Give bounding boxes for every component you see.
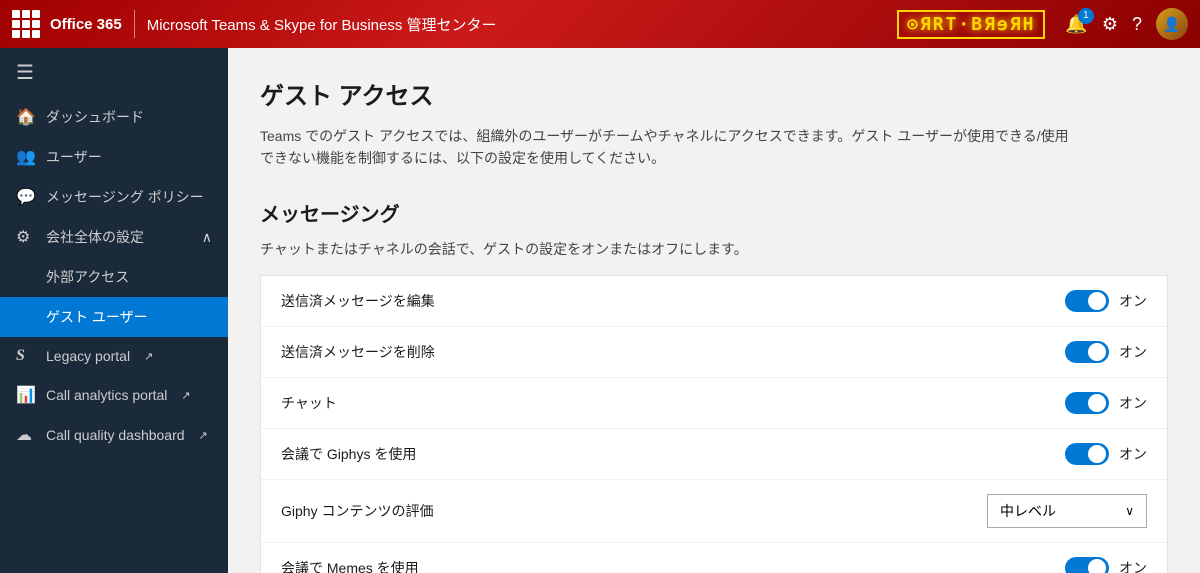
sidebar-item-label: ダッシュボード bbox=[46, 107, 144, 127]
external-link-icon: ↗ bbox=[181, 389, 190, 402]
chevron-up-icon: ∧ bbox=[202, 229, 212, 246]
notification-badge: 1 bbox=[1078, 8, 1094, 24]
sidebar-item-external-access[interactable]: 外部アクセス bbox=[0, 257, 228, 297]
sidebar-item-org-settings[interactable]: ⚙ 会社全体の設定 ∧ bbox=[0, 217, 228, 257]
toggle-wrapper-memes: オン bbox=[1065, 557, 1147, 573]
sidebar-item-call-analytics[interactable]: 📊 Call analytics portal ↗ bbox=[0, 375, 228, 415]
toggle-label-delete-sent: オン bbox=[1119, 342, 1147, 362]
waffle-menu[interactable] bbox=[12, 10, 40, 38]
toggle-wrapper-chat: オン bbox=[1065, 392, 1147, 414]
toggle-memes[interactable] bbox=[1065, 557, 1109, 573]
sidebar-item-users[interactable]: 👥 ユーザー bbox=[0, 137, 228, 177]
section-subtitle: チャットまたはチャネルの会話で、ゲストの設定をオンまたはオフにします。 bbox=[260, 239, 1168, 259]
cloud-icon: ☁ bbox=[16, 425, 36, 445]
toggle-wrapper-delete-sent: オン bbox=[1065, 341, 1147, 363]
sidebar-item-label: Call quality dashboard bbox=[46, 427, 185, 443]
sidebar-toggle[interactable]: ☰ bbox=[0, 48, 228, 97]
toggle-label-memes: オン bbox=[1119, 558, 1147, 573]
settings-icon[interactable]: ⚙ bbox=[1102, 14, 1118, 35]
chart-icon: 📊 bbox=[16, 385, 36, 405]
user-avatar[interactable]: 👤 bbox=[1156, 8, 1188, 40]
sidebar-sub-item-label: ゲスト ユーザー bbox=[46, 307, 148, 327]
setting-label-giphy: 会議で Giphys を使用 bbox=[281, 444, 416, 464]
setting-row-chat: チャット オン bbox=[261, 378, 1167, 429]
settings-card: 送信済メッセージを編集 オン 送信済メッセージを削除 オン チャット bbox=[260, 275, 1168, 573]
sidebar-item-org-settings-left: ⚙ 会社全体の設定 bbox=[16, 227, 144, 247]
toggle-wrapper-giphy: オン bbox=[1065, 443, 1147, 465]
toggle-label-chat: オン bbox=[1119, 393, 1147, 413]
page-title: ゲスト アクセス bbox=[260, 76, 1168, 111]
external-link-icon: ↗ bbox=[144, 350, 153, 363]
gear-icon: ⚙ bbox=[16, 227, 36, 247]
page-description: Teams でのゲスト アクセスでは、組織外のユーザーがチームやチャネルにアクセ… bbox=[260, 125, 1080, 170]
toggle-giphy[interactable] bbox=[1065, 443, 1109, 465]
notifications-icon[interactable]: 🔔 1 bbox=[1065, 14, 1087, 35]
sidebar-item-legacy-portal[interactable]: S Legacy portal ↗ bbox=[0, 337, 228, 375]
giphy-rating-dropdown[interactable]: 中レベル ∨ bbox=[987, 494, 1147, 528]
section-title-messaging: メッセージング bbox=[260, 198, 1168, 227]
sidebar-item-messaging-policy[interactable]: 💬 メッセージング ポリシー bbox=[0, 177, 228, 217]
setting-row-edit-sent: 送信済メッセージを編集 オン bbox=[261, 276, 1167, 327]
sidebar-item-label: メッセージング ポリシー bbox=[46, 187, 204, 207]
toggle-edit-sent[interactable] bbox=[1065, 290, 1109, 312]
giphy-rating-value: 中レベル bbox=[1000, 501, 1056, 521]
header-divider bbox=[134, 10, 135, 38]
chat-icon: 💬 bbox=[16, 187, 36, 207]
sidebar-item-label: Legacy portal bbox=[46, 348, 130, 364]
office365-label: Office 365 bbox=[50, 16, 122, 33]
sidebar-item-call-quality[interactable]: ☁ Call quality dashboard ↗ bbox=[0, 415, 228, 455]
brand-logo: ⊙ЯRT·BЯɘЯH bbox=[897, 10, 1045, 39]
toggle-label-giphy: オン bbox=[1119, 444, 1147, 464]
setting-row-giphy: 会議で Giphys を使用 オン bbox=[261, 429, 1167, 480]
setting-label-delete-sent: 送信済メッセージを削除 bbox=[281, 342, 435, 362]
setting-label-giphy-rating: Giphy コンテンツの評価 bbox=[281, 501, 433, 521]
setting-label-edit-sent: 送信済メッセージを編集 bbox=[281, 291, 435, 311]
setting-label-chat: チャット bbox=[281, 393, 337, 413]
header-title: Microsoft Teams & Skype for Business 管理セ… bbox=[147, 14, 897, 35]
main-content: ゲスト アクセス Teams でのゲスト アクセスでは、組織外のユーザーがチーム… bbox=[228, 48, 1200, 573]
header-icons: 🔔 1 ⚙ ? 👤 bbox=[1065, 8, 1188, 40]
toggle-delete-sent[interactable] bbox=[1065, 341, 1109, 363]
setting-row-memes: 会議で Memes を使用 オン bbox=[261, 543, 1167, 573]
sidebar: ☰ 🏠 ダッシュボード 👥 ユーザー 💬 メッセージング ポリシー ⚙ 会社全体… bbox=[0, 48, 228, 573]
home-icon: 🏠 bbox=[16, 107, 36, 127]
skype-icon: S bbox=[16, 347, 36, 365]
setting-row-delete-sent: 送信済メッセージを削除 オン bbox=[261, 327, 1167, 378]
app-header: Office 365 Microsoft Teams & Skype for B… bbox=[0, 0, 1200, 48]
chevron-down-icon: ∨ bbox=[1125, 504, 1134, 518]
sidebar-item-label: ユーザー bbox=[46, 147, 102, 167]
sidebar-sub-item-label: 外部アクセス bbox=[46, 267, 129, 287]
toggle-wrapper-edit-sent: オン bbox=[1065, 290, 1147, 312]
sidebar-item-guest-user[interactable]: ゲスト ユーザー bbox=[0, 297, 228, 337]
users-icon: 👥 bbox=[16, 147, 36, 167]
toggle-chat[interactable] bbox=[1065, 392, 1109, 414]
app-layout: ☰ 🏠 ダッシュボード 👥 ユーザー 💬 メッセージング ポリシー ⚙ 会社全体… bbox=[0, 48, 1200, 573]
setting-label-memes: 会議で Memes を使用 bbox=[281, 558, 419, 573]
external-link-icon: ↗ bbox=[199, 429, 208, 442]
sidebar-item-label: 会社全体の設定 bbox=[46, 227, 144, 247]
sidebar-item-label: Call analytics portal bbox=[46, 387, 167, 403]
help-icon[interactable]: ? bbox=[1132, 14, 1142, 35]
toggle-label-edit-sent: オン bbox=[1119, 291, 1147, 311]
sidebar-item-dashboard[interactable]: 🏠 ダッシュボード bbox=[0, 97, 228, 137]
setting-row-giphy-rating: Giphy コンテンツの評価 中レベル ∨ bbox=[261, 480, 1167, 543]
